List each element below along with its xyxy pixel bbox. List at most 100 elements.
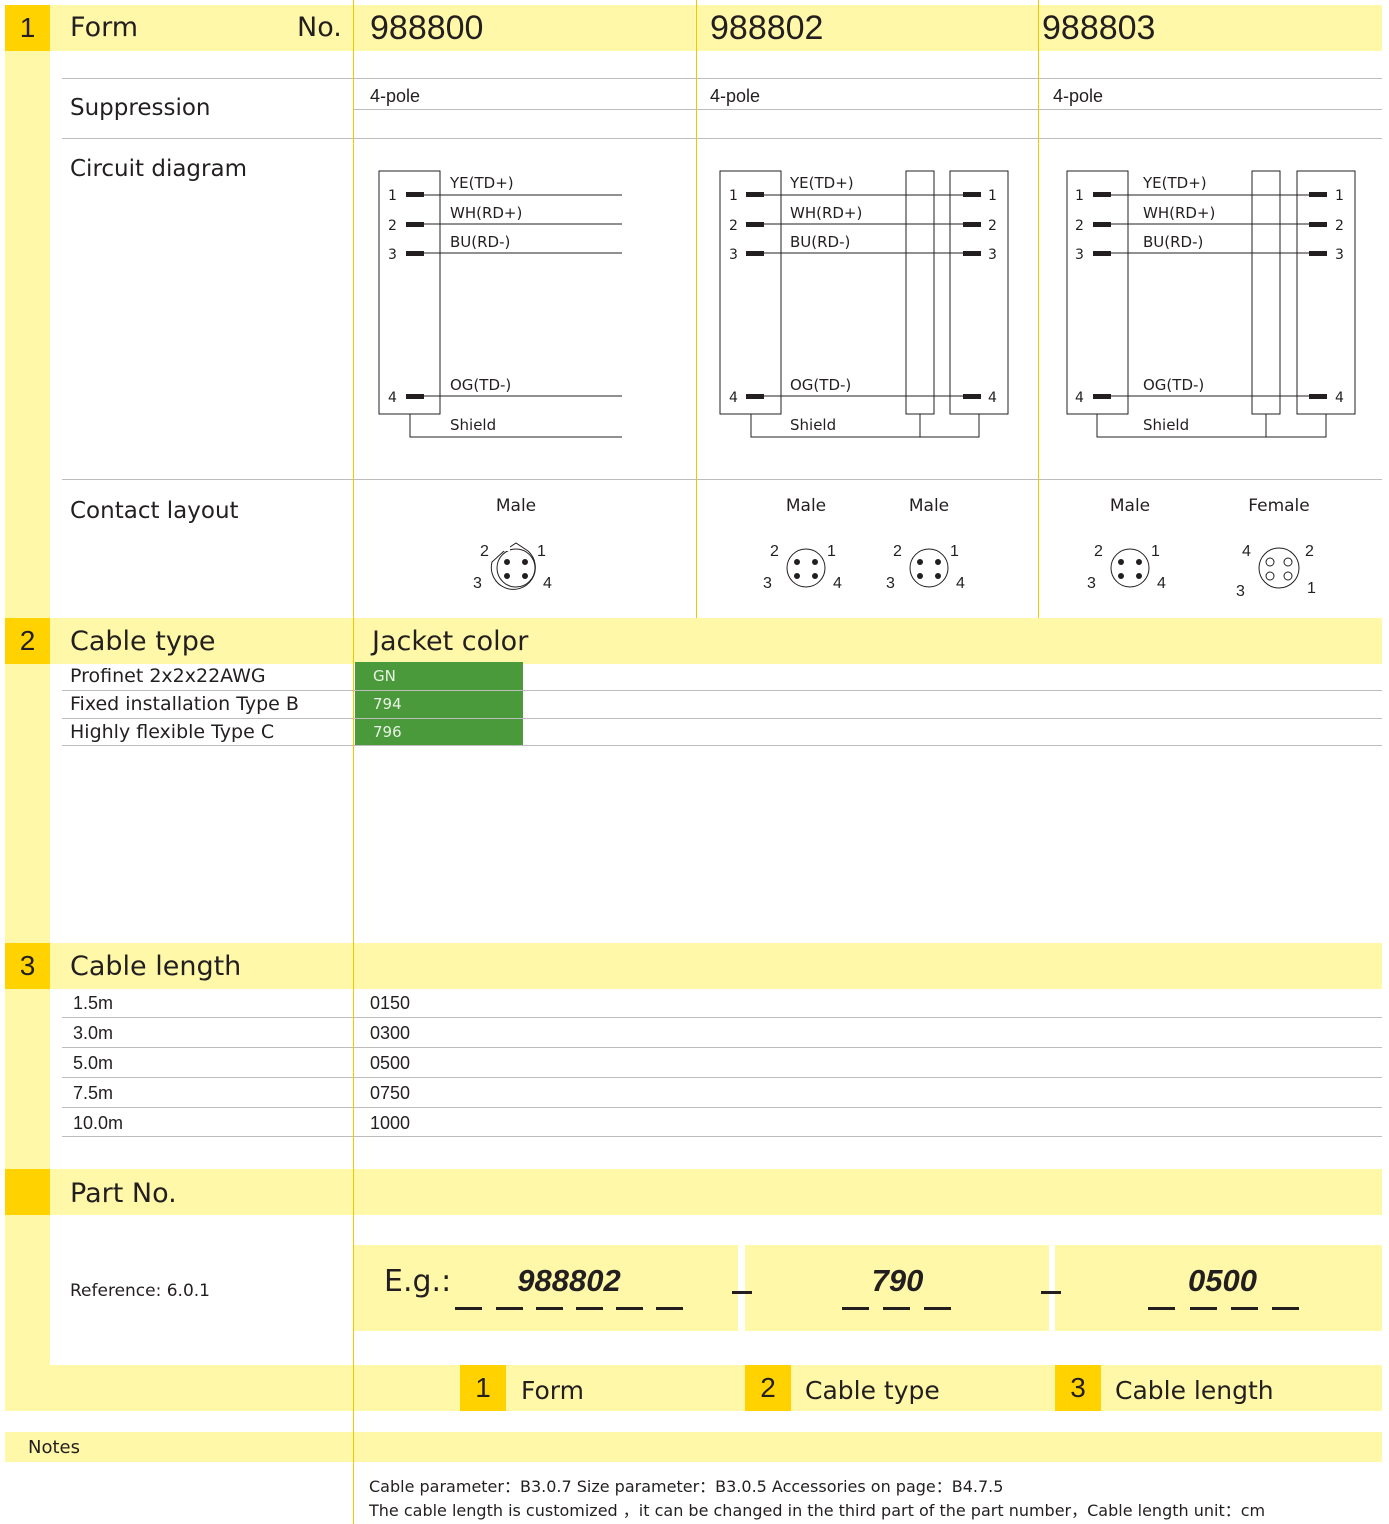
svg-text:2: 2 — [1305, 543, 1314, 560]
length-row-value: 0300 — [370, 1023, 411, 1043]
pin-label-2: 2 — [988, 218, 997, 234]
section1-number: 1 — [5, 5, 50, 51]
eg-part-length: 0500 — [1188, 1263, 1257, 1298]
wire-label-wh: WH(RD+) — [790, 204, 862, 222]
svg-text:4: 4 — [833, 575, 842, 592]
digit-slot — [842, 1307, 869, 1310]
male-connector-pins — [504, 559, 528, 579]
contact-layout-label: Contact layout — [70, 498, 239, 524]
svg-text:1: 1 — [537, 543, 546, 560]
separator-dash — [732, 1291, 752, 1294]
contact-label-male: Male — [909, 496, 949, 516]
suppression-label: Suppression — [70, 95, 211, 121]
svg-text:3: 3 — [886, 575, 895, 592]
notes-title: Notes — [28, 1437, 80, 1458]
wire-label-og: OG(TD-) — [450, 376, 511, 394]
partno-title: Part No. — [70, 1178, 177, 1209]
jacket-color-cell: 796 — [355, 718, 523, 746]
pin-label-4: 4 — [1075, 390, 1084, 406]
jacket-color-cell: 794 — [355, 690, 523, 718]
cable-type-row: Highly flexible Type C — [70, 721, 275, 743]
pin-label-3: 3 — [1335, 247, 1344, 263]
svg-text:4: 4 — [956, 575, 965, 592]
circuit-diagram-label: Circuit diagram — [70, 156, 247, 182]
length-row-value: 0500 — [370, 1053, 411, 1073]
suppression-value-1: 4-pole — [370, 86, 421, 106]
eg-part-cable-type: 790 — [871, 1263, 924, 1298]
pin-label-4: 4 — [1335, 390, 1344, 406]
length-row-value: 0750 — [370, 1083, 411, 1103]
wire-label-ye: YE(TD+) — [1142, 174, 1207, 192]
section2-header-band — [50, 618, 1382, 664]
legend-label-cable-length: Cable length — [1115, 1376, 1274, 1405]
row-line — [62, 718, 1382, 719]
pin-label-2: 2 — [1075, 218, 1084, 234]
wire-label-og: OG(TD-) — [1143, 376, 1204, 394]
row-line — [62, 745, 1382, 746]
contact-label-male: Male — [496, 496, 536, 516]
pin-label-4: 4 — [729, 390, 738, 406]
wire-label-bu: BU(RD-) — [1143, 233, 1203, 251]
notes-line-1: Cable parameter：B3.0.7 Size parameter：B3… — [369, 1477, 1004, 1496]
pin-label-1: 1 — [729, 188, 738, 204]
row-line — [62, 1047, 1382, 1048]
length-row-label: 7.5m — [73, 1083, 114, 1103]
digit-slot — [496, 1307, 523, 1310]
pin-label-4: 4 — [388, 390, 397, 406]
pin-label-3: 3 — [729, 247, 738, 263]
pin-label-3: 3 — [988, 247, 997, 263]
jacket-color-header: Jacket color — [372, 626, 529, 657]
length-row-label: 5.0m — [73, 1053, 114, 1073]
legend-label-cable-type: Cable type — [805, 1376, 940, 1405]
notes-band — [5, 1432, 1382, 1462]
main-divider-overlay — [353, 0, 354, 1524]
wire-label-bu: BU(RD-) — [790, 233, 850, 251]
legend-num-3: 3 — [1055, 1365, 1101, 1411]
male-connector-icon — [909, 548, 949, 588]
length-row-label: 10.0m — [73, 1113, 124, 1133]
svg-text:3: 3 — [1087, 575, 1096, 592]
circuit-diagram-988803: 1 2 3 4 1 2 3 4 YE(TD+) WH(RD+) BU(RD-) … — [1066, 170, 1356, 438]
notes-line-2: The cable length is customized ，it can b… — [369, 1501, 1266, 1520]
contact-label-male: Male — [786, 496, 826, 516]
row-line — [62, 1107, 1382, 1108]
svg-text:4: 4 — [543, 575, 552, 592]
svg-text:2: 2 — [770, 543, 779, 560]
svg-text:3: 3 — [473, 575, 482, 592]
svg-text:2: 2 — [480, 543, 489, 560]
part-988802-header: 988802 — [710, 9, 824, 47]
wire-label-shield: Shield — [1143, 416, 1189, 434]
digit-slot — [1231, 1307, 1258, 1310]
wire-label-wh: WH(RD+) — [1143, 204, 1215, 222]
cable-type-row: Profinet 2x2x22AWG — [70, 665, 266, 687]
male-connector-icon — [1110, 548, 1150, 588]
svg-text:2: 2 — [1094, 543, 1103, 560]
suppression-value-3: 4-pole — [1053, 86, 1104, 106]
mask — [490, 541, 510, 551]
svg-text:4: 4 — [1157, 575, 1166, 592]
digit-slot — [1272, 1307, 1299, 1310]
length-row-value: 0150 — [370, 993, 411, 1013]
length-row-label: 1.5m — [73, 993, 114, 1013]
side-strip — [5, 5, 50, 1365]
wire-label-bu: BU(RD-) — [450, 233, 510, 251]
section2-number: 2 — [5, 618, 50, 664]
eg-part-form: 988802 — [517, 1263, 621, 1298]
digit-slot — [924, 1307, 951, 1310]
section1-title: Form — [70, 12, 139, 43]
svg-text:3: 3 — [763, 575, 772, 592]
legend-num-1: 1 — [460, 1365, 506, 1411]
separator-dash — [1041, 1291, 1061, 1294]
eg-label: E.g.: — [384, 1264, 452, 1299]
contact-label-female: Female — [1248, 496, 1309, 516]
wire-label-wh: WH(RD+) — [450, 204, 522, 222]
length-row-value: 1000 — [370, 1113, 411, 1133]
wire-label-ye: YE(TD+) — [449, 174, 514, 192]
circuit-diagram-988800: 1 2 3 4 YE(TD+) WH(RD+) BU(RD-) OG(TD-) … — [378, 170, 622, 438]
pin-label-2: 2 — [1335, 218, 1344, 234]
wire-label-ye: YE(TD+) — [789, 174, 854, 192]
digit-slot — [656, 1307, 683, 1310]
pin-label-1: 1 — [388, 188, 397, 204]
svg-text:1: 1 — [827, 543, 836, 560]
pin-label-1: 1 — [988, 188, 997, 204]
